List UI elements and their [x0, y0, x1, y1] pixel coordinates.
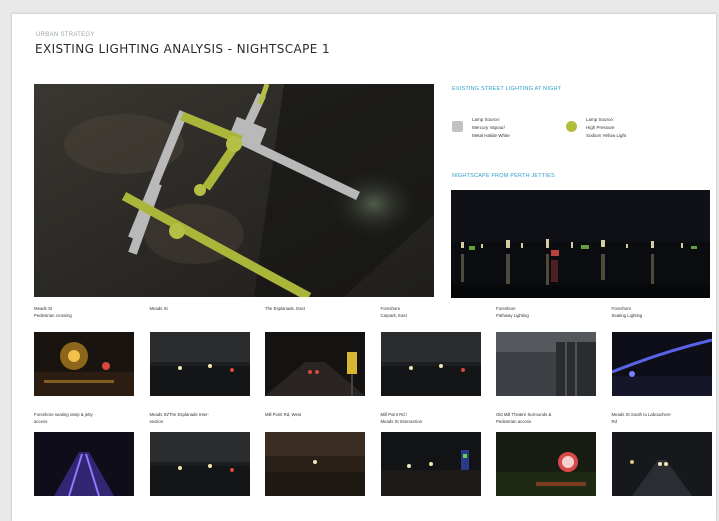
caption-line: Pedestrian crossing — [34, 312, 72, 318]
photo-caption: Foreshore Carpark, East — [381, 306, 485, 319]
photo-card: Foreshore Seating Lighting — [611, 306, 716, 406]
lighting-legend: Lamp Source: Mercury Vapour/ Metal Halid… — [452, 115, 702, 155]
caption-line: Seating Lighting — [611, 312, 643, 318]
photo-caption: Foreshore Pathway Lighting — [496, 306, 600, 319]
photo-caption: Old Mill Theatre Surrounds & Pedestrian a… — [496, 412, 600, 425]
aerial-lighting-map — [34, 84, 434, 297]
legend-item-white-light: Lamp Source: Mercury Vapour/ Metal Halid… — [452, 115, 562, 149]
photo-card: Meads St South to Labouchere Rd — [611, 412, 716, 512]
photo-caption: Meads St South to Labouchere Rd — [612, 412, 716, 425]
photo-card: Meads St — [149, 306, 254, 406]
nightscape-photo — [451, 190, 710, 298]
legend-line: High Pressure — [586, 125, 615, 130]
document-page: URBAN STRATEGY EXISTING LIGHTING ANALYSI… — [12, 14, 716, 521]
caption-line: Meads St Intersection — [380, 418, 423, 424]
caption-line: Pedestrian access — [496, 418, 532, 424]
caption-line: Pathway Lighting — [496, 312, 529, 318]
legend-item-yellow-light: Lamp Source: High Pressure Sodium Yellow… — [566, 115, 676, 149]
legend-swatch — [452, 121, 463, 132]
legend-line: Lamp Source: — [586, 117, 615, 122]
photo-card: Foreshore seating ramp & jetty access — [34, 412, 136, 512]
photo-card: Foreshore Pathway Lighting — [496, 306, 598, 406]
caption-line: section — [149, 418, 164, 424]
caption-line: Rd — [611, 418, 618, 424]
photo-caption: Foreshore Seating Lighting — [612, 306, 716, 319]
legend-line: Lamp Source: — [472, 117, 501, 122]
site-photo — [265, 332, 365, 396]
site-photo-grid: Meads St Pedestrian crossing Meads St The E… — [34, 306, 716, 521]
legend-heading: EXISTING STREET LIGHTING AT NIGHT — [452, 86, 562, 92]
site-photo — [380, 332, 481, 396]
photo-card: Mill Point Rd / Meads St Intersection — [380, 412, 485, 512]
photo-caption: Foreshore seating ramp & jetty access — [34, 412, 138, 425]
legend-line: Mercury Vapour/ — [472, 125, 505, 130]
site-photo — [380, 432, 481, 496]
site-photo — [496, 432, 596, 496]
site-photo — [34, 432, 134, 496]
legend-line: Metal Halide White — [472, 133, 510, 138]
photo-card: Foreshore Carpark, East — [380, 306, 485, 406]
caption-line: The Esplanade, East — [265, 306, 305, 311]
site-photo — [149, 432, 250, 496]
photo-card: The Esplanade, East — [265, 306, 367, 406]
page-title: EXISTING LIGHTING ANALYSIS - NIGHTSCAPE … — [35, 42, 331, 56]
nightscape-heading: NIGHTSCAPE FROM PERTH JETTIES — [452, 173, 555, 179]
caption-line: Meads St — [149, 306, 168, 311]
photo-caption: Mill Point Rd, West — [265, 412, 369, 419]
caption-line: Mill Point Rd, West — [265, 412, 302, 417]
caption-line: Carpark, East — [380, 312, 407, 318]
caption-line: access — [34, 418, 48, 424]
photo-card: Old Mill Theatre Surrounds & Pedestrian a… — [496, 412, 598, 512]
photo-caption: Meads St — [150, 306, 254, 313]
section-kicker: URBAN STRATEGY — [36, 32, 95, 38]
site-photo — [265, 432, 365, 496]
site-photo — [496, 332, 596, 396]
photo-caption: Meads St Pedestrian crossing — [34, 306, 138, 319]
site-photo — [149, 332, 250, 396]
photo-card: Meads St Pedestrian crossing — [34, 306, 136, 406]
photo-caption: Meads St/The Esplanade Inter-section — [150, 412, 254, 425]
site-photo — [611, 432, 712, 496]
photo-caption: Mill Point Rd / Meads St Intersection — [381, 412, 485, 425]
site-photo — [34, 332, 134, 396]
photo-card: Mill Point Rd, West — [265, 412, 367, 512]
legend-swatch — [566, 121, 577, 132]
legend-line: Sodium Yellow Light — [586, 133, 627, 138]
photo-caption: The Esplanade, East — [265, 306, 369, 313]
photo-card: Meads St/The Esplanade Inter-section — [149, 412, 254, 512]
site-photo — [611, 332, 712, 396]
